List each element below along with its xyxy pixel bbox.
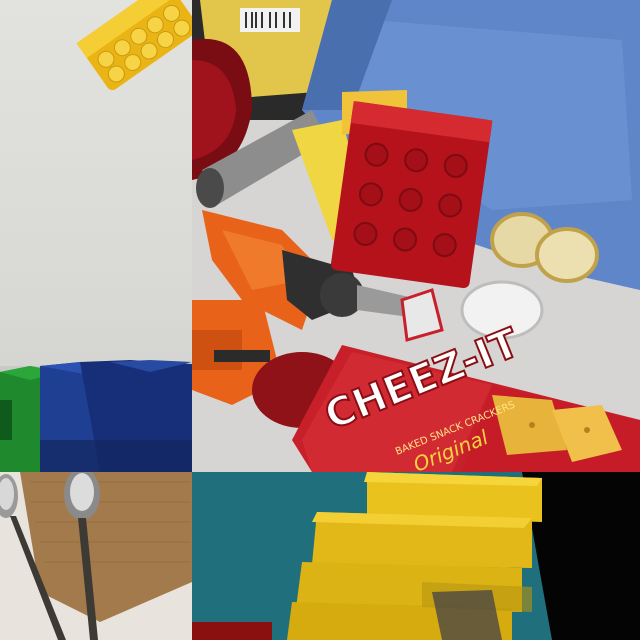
shadow-object [432,590,502,640]
top-left-scene [0,0,192,472]
red-object-edge [192,622,272,640]
red-lego-brick [330,101,493,289]
yellow-lego-brick [76,0,192,91]
bottom-right-scene [192,472,640,640]
bottom-right-tile [192,472,640,640]
bottom-left-scene [0,472,192,640]
mega-blocks-row [0,360,192,472]
image-collage: CHEEZ-IT BAKED SNACK CRACKERS Original [0,0,640,640]
bottom-left-tile [0,472,192,640]
top-left-tile [0,0,192,472]
center-tile: CHEEZ-IT BAKED SNACK CRACKERS Original [192,0,640,472]
center-scene: CHEEZ-IT BAKED SNACK CRACKERS Original [192,0,640,472]
